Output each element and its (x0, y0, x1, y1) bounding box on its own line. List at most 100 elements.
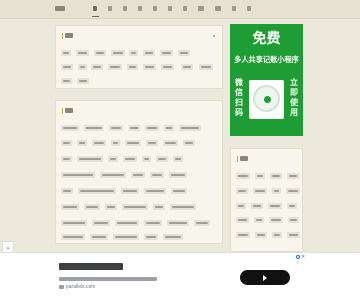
tag-chip[interactable] (194, 220, 210, 226)
tag-chip[interactable] (144, 220, 162, 226)
tag-chip[interactable] (61, 140, 72, 146)
tag-chip[interactable] (131, 172, 145, 178)
tag-chip[interactable] (127, 64, 138, 70)
tag-chip[interactable] (287, 203, 297, 209)
tag-chip[interactable] (236, 188, 248, 194)
tag-chip[interactable] (84, 204, 100, 210)
tag-chip[interactable] (179, 125, 201, 131)
tag-chip[interactable] (272, 188, 281, 194)
tag-chip[interactable] (115, 220, 139, 226)
tag-chip[interactable] (94, 50, 106, 56)
nav-tab[interactable] (215, 6, 221, 11)
tag-chip[interactable] (61, 234, 85, 240)
tag-chip[interactable] (255, 173, 265, 179)
tag-chip[interactable] (77, 156, 103, 162)
nav-tab[interactable] (232, 6, 236, 11)
tag-chip[interactable] (146, 140, 158, 146)
tag-chip[interactable] (111, 50, 125, 56)
tag-chip[interactable] (236, 217, 249, 223)
tag-chip[interactable] (84, 125, 104, 131)
tag-chip[interactable] (255, 232, 267, 238)
tag-chip[interactable] (121, 188, 139, 194)
tag-chip[interactable] (143, 50, 155, 56)
tag-chip[interactable] (144, 234, 158, 240)
tag-chip[interactable] (164, 125, 174, 131)
tag-chip[interactable] (169, 172, 187, 178)
promo-panel[interactable]: 免费 多人共享记账小程序 微 信 扫 码 立 即 使 用 (230, 24, 303, 136)
tag-chip[interactable] (108, 64, 122, 70)
nav-tab[interactable] (198, 6, 204, 11)
tag-chip[interactable] (145, 125, 159, 131)
tag-chip[interactable] (156, 156, 168, 162)
tag-chip[interactable] (287, 173, 299, 179)
tag-chip[interactable] (78, 64, 87, 70)
bottom-ad-banner[interactable]: × parallels.com (0, 252, 360, 300)
ad-close-icon[interactable]: × (301, 255, 305, 260)
tag-chip[interactable] (61, 204, 79, 210)
tag-chip[interactable] (91, 64, 103, 70)
ad-cta-button[interactable] (240, 270, 290, 285)
tag-chip[interactable] (286, 188, 300, 194)
nav-tab[interactable] (153, 6, 157, 11)
tag-chip[interactable] (167, 220, 189, 226)
tag-chip[interactable] (144, 188, 166, 194)
tag-chip[interactable] (254, 217, 264, 223)
tag-chip[interactable] (125, 140, 141, 146)
tag-chip[interactable] (61, 64, 73, 70)
ad-collapse-chevron-icon[interactable]: ⌄ (2, 241, 14, 252)
tag-chip[interactable] (173, 156, 183, 162)
ad-choices-badge[interactable]: × (296, 255, 306, 260)
tag-chip[interactable] (163, 140, 178, 146)
nav-tab[interactable] (183, 6, 187, 11)
tag-chip[interactable] (183, 140, 195, 146)
tag-chip[interactable] (77, 78, 89, 84)
tag-chip[interactable] (122, 204, 148, 210)
tag-chip[interactable] (268, 203, 282, 209)
tag-chip[interactable] (61, 78, 72, 84)
tag-chip[interactable] (161, 64, 174, 70)
tag-chip[interactable] (61, 50, 71, 56)
tag-chip[interactable] (142, 156, 151, 162)
nav-tab[interactable] (138, 6, 142, 11)
tag-chip[interactable] (163, 234, 183, 240)
tag-chip[interactable] (160, 50, 173, 56)
tag-chip[interactable] (143, 64, 156, 70)
tag-chip[interactable] (92, 140, 106, 146)
tag-chip[interactable] (111, 140, 120, 146)
tag-chip[interactable] (170, 204, 196, 210)
tag-chip[interactable] (150, 172, 164, 178)
tag-chip[interactable] (236, 173, 250, 179)
tag-chip[interactable] (272, 232, 282, 238)
tag-chip[interactable] (178, 50, 190, 56)
tag-chip[interactable] (270, 173, 282, 179)
tag-chip[interactable] (100, 172, 126, 178)
tag-chip[interactable] (105, 204, 117, 210)
tag-chip[interactable] (129, 50, 138, 56)
nav-tab[interactable] (123, 6, 127, 11)
tag-chip[interactable] (109, 125, 123, 131)
tag-chip[interactable] (61, 188, 73, 194)
card-action-icon[interactable] (213, 35, 215, 37)
nav-tab[interactable] (93, 6, 97, 11)
tag-chip[interactable] (78, 188, 116, 194)
ad-title[interactable] (59, 263, 123, 270)
tag-chip[interactable] (76, 50, 89, 56)
tag-chip[interactable] (128, 125, 140, 131)
tag-chip[interactable] (61, 125, 79, 131)
ad-info-icon[interactable] (296, 255, 300, 259)
tag-chip[interactable] (181, 64, 193, 70)
tag-chip[interactable] (61, 172, 95, 178)
tag-chip[interactable] (123, 156, 137, 162)
tag-chip[interactable] (61, 156, 72, 162)
nav-tab[interactable] (108, 6, 112, 11)
site-logo[interactable] (55, 6, 65, 11)
tag-chip[interactable] (77, 140, 87, 146)
tag-chip[interactable] (253, 188, 267, 194)
tag-chip[interactable] (171, 188, 187, 194)
tag-chip[interactable] (108, 156, 118, 162)
tag-chip[interactable] (113, 234, 139, 240)
tag-chip[interactable] (153, 204, 165, 210)
tag-chip[interactable] (236, 232, 250, 238)
tag-chip[interactable] (199, 64, 213, 70)
tag-chip[interactable] (269, 217, 283, 223)
